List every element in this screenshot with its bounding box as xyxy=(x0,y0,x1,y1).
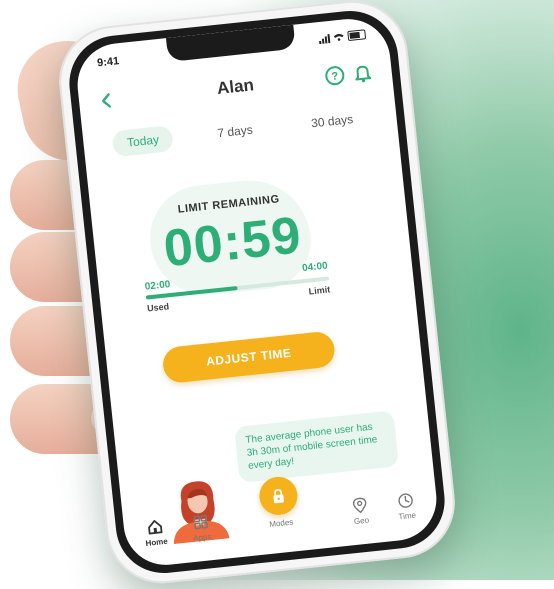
phone-screen: 9:41 Alan ? Today 7 days 30 days LIMIT R… xyxy=(73,15,441,569)
signal-icon xyxy=(318,33,331,44)
tip-bubble: The average phone user has 3h 30m of mob… xyxy=(234,410,399,483)
status-icons xyxy=(318,29,367,44)
status-time: 9:41 xyxy=(96,55,120,70)
limit-label: Limit xyxy=(308,284,331,297)
lock-icon xyxy=(273,488,284,504)
clock-icon xyxy=(398,493,413,508)
location-pin-icon xyxy=(352,497,367,514)
tab-today[interactable]: Today xyxy=(111,125,175,158)
tab-7-days[interactable]: 7 days xyxy=(202,115,268,147)
svg-text:?: ? xyxy=(331,70,339,83)
phone-bezel: 9:41 Alan ? Today 7 days 30 days LIMIT R… xyxy=(64,6,450,578)
nav-modes[interactable] xyxy=(257,474,300,517)
wifi-icon xyxy=(333,34,344,41)
nav-modes-label: Modes xyxy=(268,517,294,529)
nav-apps-label: Apps xyxy=(192,532,212,543)
used-label: Used xyxy=(146,301,170,314)
nav-home-label: Home xyxy=(145,536,169,549)
tab-30-days[interactable]: 30 days xyxy=(296,105,368,138)
adjust-time-button[interactable]: ADJUST TIME xyxy=(161,330,337,385)
nav-home[interactable]: Home xyxy=(131,516,180,550)
help-circle-icon[interactable]: ? xyxy=(323,64,347,88)
apps-grid-icon xyxy=(193,514,208,530)
limit-timer-card: LIMIT REMAINING 00:59 04:00 02:00 Used L… xyxy=(127,172,342,342)
home-icon xyxy=(148,520,163,535)
used-value: 02:00 xyxy=(144,279,171,293)
nav-time[interactable]: Time xyxy=(382,489,431,523)
nav-apps[interactable]: Apps xyxy=(177,511,226,545)
nav-geo-label: Geo xyxy=(353,515,370,527)
notch xyxy=(165,24,296,62)
limit-value: 04:00 xyxy=(301,260,329,275)
phone: 9:41 Alan ? Today 7 days 30 days LIMIT R… xyxy=(53,0,461,589)
bell-icon[interactable] xyxy=(351,61,375,85)
battery-icon xyxy=(347,29,367,42)
nav-time-label: Time xyxy=(398,510,417,522)
nav-geo[interactable]: Geo xyxy=(336,494,385,528)
